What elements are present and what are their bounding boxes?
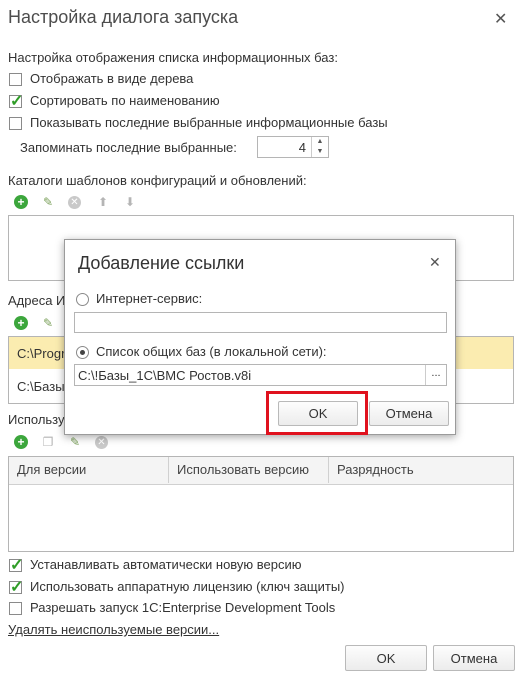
internet-radio[interactable] bbox=[76, 293, 89, 306]
versions-section-label: Использу bbox=[8, 412, 65, 427]
hw-license-checkbox[interactable] bbox=[9, 577, 23, 597]
stepper-up-icon[interactable]: ▲ bbox=[312, 137, 328, 147]
edit-version-icon[interactable]: ✎ bbox=[67, 434, 83, 450]
column-header[interactable]: Использовать версию bbox=[169, 457, 329, 483]
stepper-down-icon[interactable]: ▼ bbox=[312, 147, 328, 157]
address-row-2: C:\Базы bbox=[17, 379, 65, 394]
delete-unused-link[interactable]: Удалять неиспользуемые версии... bbox=[8, 622, 219, 637]
hw-license-label: Использовать аппаратную лицензию (ключ з… bbox=[30, 579, 345, 594]
shared-value: C:\!Базы_1С\ВМС Ростов.v8i bbox=[78, 368, 252, 383]
recent-checkbox[interactable] bbox=[9, 117, 22, 130]
delete-version-icon[interactable]: ✕ bbox=[95, 436, 108, 449]
address-row-1: C:\Progr bbox=[17, 346, 66, 361]
recent-label: Показывать последние выбранные информаци… bbox=[30, 115, 388, 130]
edit-address-icon[interactable]: ✎ bbox=[40, 315, 56, 331]
tree-label: Отображать в виде дерева bbox=[30, 71, 194, 86]
remember-stepper[interactable]: 4 ▲ ▼ bbox=[257, 136, 329, 158]
remember-label: Запоминать последние выбранные: bbox=[20, 140, 237, 155]
dialog-ok-button[interactable]: OK bbox=[278, 401, 358, 426]
browse-button[interactable]: ... bbox=[425, 365, 446, 385]
dialog-close-icon[interactable]: ✕ bbox=[429, 254, 441, 271]
templates-section-label: Каталоги шаблонов конфигураций и обновле… bbox=[8, 173, 307, 188]
shared-radio[interactable] bbox=[76, 346, 89, 359]
remember-value: 4 bbox=[298, 140, 306, 155]
internet-input[interactable] bbox=[74, 312, 447, 333]
display-section-label: Настройка отображения списка информацион… bbox=[8, 50, 338, 65]
auto-install-label: Устанавливать автоматически новую версию bbox=[30, 557, 302, 572]
edt-label: Разрешать запуск 1C:Enterprise Developme… bbox=[30, 600, 336, 615]
sort-label: Сортировать по наименованию bbox=[30, 93, 220, 108]
copy-version-icon[interactable]: ❐ bbox=[40, 434, 56, 450]
column-header[interactable]: Для версии bbox=[9, 457, 169, 483]
move-down-icon[interactable]: ⬇ bbox=[122, 194, 138, 210]
internet-label: Интернет-сервис: bbox=[96, 291, 203, 306]
auto-install-checkbox[interactable] bbox=[9, 555, 23, 575]
dialog-title: Добавление ссылки bbox=[78, 253, 245, 273]
close-icon[interactable]: ✕ bbox=[494, 9, 507, 29]
column-header[interactable]: Разрядность bbox=[329, 457, 513, 483]
add-version-icon[interactable]: + bbox=[14, 435, 28, 449]
versions-table[interactable]: Для версии Использовать версию Разряднос… bbox=[8, 456, 514, 552]
add-icon[interactable]: + bbox=[14, 195, 28, 209]
add-address-icon[interactable]: + bbox=[14, 316, 28, 330]
shared-label: Список общих баз (в локальной сети): bbox=[96, 344, 327, 359]
cancel-button[interactable]: Отмена bbox=[433, 645, 515, 671]
dialog-cancel-button[interactable]: Отмена bbox=[369, 401, 449, 426]
tree-checkbox[interactable] bbox=[9, 73, 22, 86]
delete-icon[interactable]: ✕ bbox=[68, 196, 81, 209]
addresses-section-label: Адреса И bbox=[8, 293, 66, 308]
add-link-dialog: Добавление ссылки ✕ Интернет-сервис: Спи… bbox=[64, 239, 456, 435]
ok-button[interactable]: OK bbox=[345, 645, 427, 671]
versions-table-header: Для версии Использовать версию Разряднос… bbox=[9, 457, 513, 485]
window-title: Настройка диалога запуска bbox=[8, 7, 239, 27]
edt-checkbox[interactable] bbox=[9, 602, 22, 615]
move-up-icon[interactable]: ⬆ bbox=[95, 194, 111, 210]
shared-input[interactable]: C:\!Базы_1С\ВМС Ростов.v8i ... bbox=[74, 364, 447, 386]
edit-icon[interactable]: ✎ bbox=[40, 194, 56, 210]
sort-checkbox[interactable] bbox=[9, 91, 23, 111]
